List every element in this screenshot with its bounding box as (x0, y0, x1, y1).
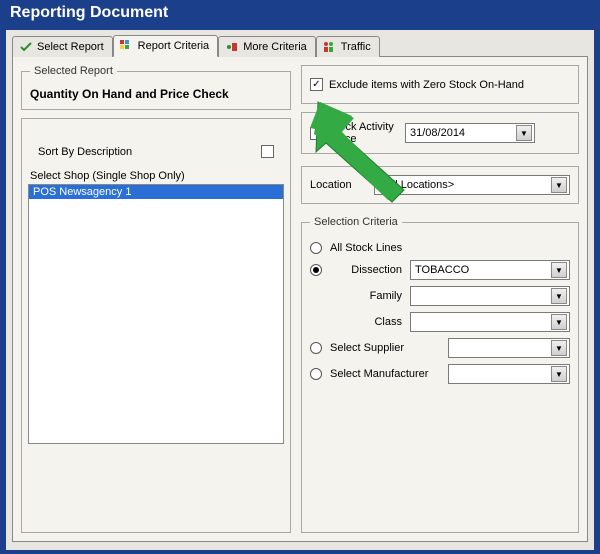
select-shop-label: Select Shop (Single Shop Only) (28, 168, 284, 184)
location-panel: Location <All Locations> ▼ (301, 166, 579, 204)
left-lower-panel: Sort By Description Select Shop (Single … (21, 118, 291, 533)
exclude-zero-stock-label: Exclude items with Zero Stock On-Hand (329, 79, 524, 91)
list-item[interactable]: POS Newsagency 1 (29, 185, 283, 199)
chevron-down-icon: ▼ (551, 288, 567, 304)
criteria-icon (120, 39, 134, 53)
chevron-down-icon: ▼ (551, 262, 567, 278)
tab-label: More Criteria (243, 41, 307, 53)
tab-body: Selected Report Quantity On Hand and Pri… (12, 56, 588, 542)
more-icon (225, 40, 239, 54)
all-stock-label: All Stock Lines (330, 242, 402, 254)
location-value: <All Locations> (379, 179, 454, 191)
chevron-down-icon: ▼ (516, 125, 532, 141)
manufacturer-label: Select Manufacturer (330, 368, 440, 380)
window-title: Reporting Document (0, 0, 600, 30)
supplier-row: Select Supplier ▼ (310, 338, 570, 358)
chevron-down-icon: ▼ (551, 366, 567, 382)
stock-activity-checkbox[interactable] (310, 127, 323, 140)
left-column: Selected Report Quantity On Hand and Pri… (21, 65, 291, 533)
dissection-dropdown[interactable]: TOBACCO ▼ (410, 260, 570, 280)
stock-activity-date-value: 31/08/2014 (410, 127, 465, 139)
class-label: Class (330, 316, 402, 328)
selection-criteria-group: Selection Criteria All Stock Lines Disse… (301, 216, 579, 533)
check-icon (19, 40, 33, 54)
class-dropdown[interactable]: ▼ (410, 312, 570, 332)
people-icon (323, 40, 337, 54)
class-row: Class ▼ (310, 312, 570, 332)
selection-criteria-legend: Selection Criteria (310, 216, 402, 228)
tab-label: Traffic (341, 41, 371, 53)
stock-activity-label: Stock Activity Since (329, 121, 399, 145)
selected-report-name: Quantity On Hand and Price Check (30, 87, 282, 101)
tab-label: Select Report (37, 41, 104, 53)
supplier-dropdown[interactable]: ▼ (448, 338, 570, 358)
manufacturer-radio[interactable] (310, 368, 322, 380)
manufacturer-row: Select Manufacturer ▼ (310, 364, 570, 384)
all-stock-radio[interactable] (310, 242, 322, 254)
exclude-zero-stock-checkbox[interactable] (310, 78, 323, 91)
dissection-row: Dissection TOBACCO ▼ (310, 260, 570, 280)
right-column: Exclude items with Zero Stock On-Hand St… (301, 65, 579, 533)
stock-activity-date-dropdown[interactable]: 31/08/2014 ▼ (405, 123, 535, 143)
supplier-radio[interactable] (310, 342, 322, 354)
tab-report-criteria[interactable]: Report Criteria (113, 35, 219, 57)
manufacturer-dropdown[interactable]: ▼ (448, 364, 570, 384)
dissection-radio[interactable] (310, 264, 322, 276)
chevron-down-icon: ▼ (551, 177, 567, 193)
chevron-down-icon: ▼ (551, 340, 567, 356)
dissection-value: TOBACCO (415, 264, 469, 276)
tab-select-report[interactable]: Select Report (12, 36, 113, 57)
location-label: Location (310, 179, 366, 191)
workspace: Select Report Report Criteria More Crite… (6, 30, 594, 550)
tabstrip: Select Report Report Criteria More Crite… (6, 30, 594, 56)
selected-report-group: Selected Report Quantity On Hand and Pri… (21, 65, 291, 110)
family-label: Family (330, 290, 402, 302)
family-row: Family ▼ (310, 286, 570, 306)
shop-listbox[interactable]: POS Newsagency 1 (28, 184, 284, 444)
all-stock-row: All Stock Lines (310, 242, 570, 254)
sort-by-description-label: Sort By Description (38, 146, 132, 158)
chevron-down-icon: ▼ (551, 314, 567, 330)
tab-traffic[interactable]: Traffic (316, 36, 380, 57)
family-dropdown[interactable]: ▼ (410, 286, 570, 306)
location-dropdown[interactable]: <All Locations> ▼ (374, 175, 570, 195)
sort-by-description-checkbox[interactable] (261, 145, 274, 158)
stock-activity-panel: Stock Activity Since 31/08/2014 ▼ (301, 112, 579, 154)
tab-more-criteria[interactable]: More Criteria (218, 36, 316, 57)
tab-label: Report Criteria (138, 40, 210, 52)
sort-row: Sort By Description (28, 125, 284, 168)
supplier-label: Select Supplier (330, 342, 440, 354)
selected-report-legend: Selected Report (30, 65, 117, 77)
dissection-label: Dissection (330, 264, 402, 276)
exclude-panel: Exclude items with Zero Stock On-Hand (301, 65, 579, 104)
